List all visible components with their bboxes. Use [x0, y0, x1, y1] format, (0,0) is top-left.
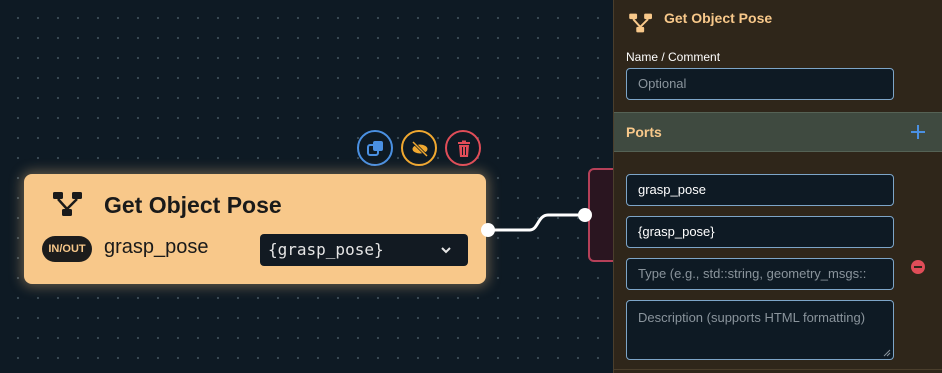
behavior-node[interactable]: Get Object Pose IN/OUT grasp_pose {grasp…: [24, 174, 486, 284]
name-comment-input[interactable]: Optional: [626, 68, 894, 100]
divider: [614, 369, 942, 370]
port-value-input[interactable]: {grasp_pose}: [626, 216, 894, 248]
duplicate-button[interactable]: [357, 130, 393, 166]
remove-port-button[interactable]: [911, 260, 925, 274]
duplicate-icon: [367, 141, 383, 156]
port-direction-badge: IN/OUT: [42, 236, 92, 262]
port-name: grasp_pose: [104, 236, 209, 258]
port-description-placeholder: Description (supports HTML formatting): [638, 310, 866, 325]
delete-button[interactable]: [445, 130, 481, 166]
port-value-text: {grasp_pose}: [268, 240, 384, 259]
port-name-input[interactable]: grasp_pose: [626, 174, 894, 206]
behavior-tree-icon: [629, 13, 652, 33]
node-title: Get Object Pose: [104, 192, 282, 218]
disable-button[interactable]: [401, 130, 437, 166]
name-comment-label: Name / Comment: [626, 50, 721, 64]
behavior-tree-icon: [53, 192, 82, 216]
graph-canvas[interactable]: Get Object Pose IN/OUT grasp_pose {grasp…: [0, 0, 628, 373]
port-description-input[interactable]: Description (supports HTML formatting): [626, 300, 894, 360]
ports-section-header: Ports: [614, 112, 942, 152]
panel-title: Get Object Pose: [664, 10, 773, 26]
port-type-input[interactable]: Type (e.g., std::string, geometry_msgs::: [626, 258, 894, 290]
eye-off-icon: [411, 140, 429, 158]
input-port-handle[interactable]: [578, 208, 592, 222]
resize-grip-icon[interactable]: [883, 349, 891, 357]
add-port-icon[interactable]: [910, 124, 926, 140]
trash-icon: [458, 140, 470, 157]
port-value-select[interactable]: {grasp_pose}: [260, 234, 468, 266]
chevron-down-icon: [441, 247, 451, 254]
properties-panel: Get Object Pose Name / Comment Optional …: [613, 0, 942, 373]
ports-label: Ports: [626, 124, 662, 140]
output-port-handle[interactable]: [481, 223, 495, 237]
